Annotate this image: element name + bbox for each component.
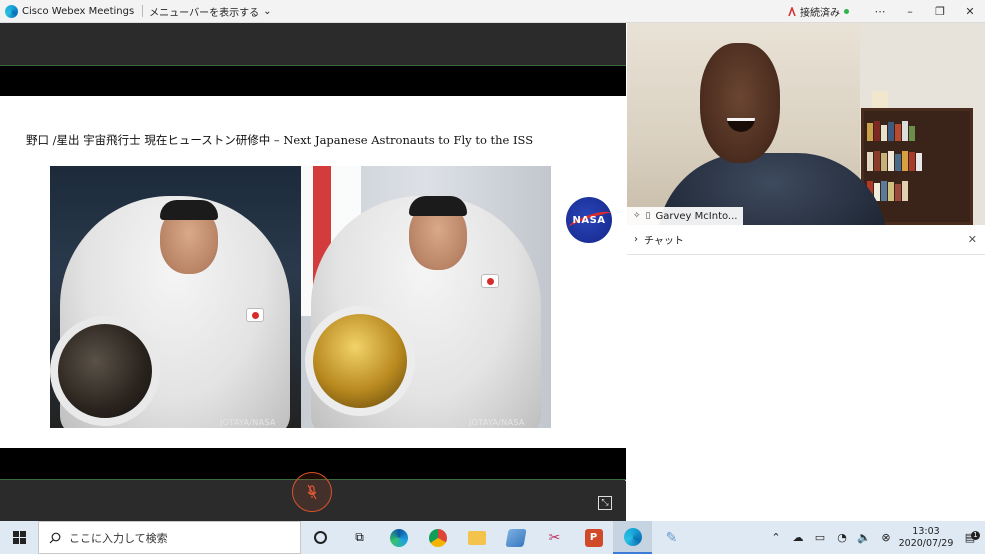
chat-label: チャット [644,236,684,247]
files-icon [504,528,527,547]
japan-flag-patch-icon [246,308,264,322]
windows-taskbar: ここに入力して検索 ⧉ ✂ P ✎ ⌃ ☁ ▭ ◔ 🔈 ⊗ 13:03 2020… [0,521,985,554]
presentation-slide: 野口 /星出 宇宙飛行士 現在ヒューストン研修中 – Next Japanese… [0,96,626,448]
webex-app[interactable] [613,521,652,554]
snipping-tool-app[interactable]: ✂ [535,521,574,554]
chrome-icon [428,528,447,547]
clock-date: 2020/07/29 [898,537,954,549]
astronaut-photo-left: JOTAYA/NASA [50,166,301,428]
files-app[interactable] [496,521,535,554]
webex-icon [623,527,642,546]
app-title: Cisco Webex Meetings [22,5,135,17]
gold-visor-helmet-image [305,306,415,416]
chevron-right-icon[interactable]: › [634,234,638,245]
microphone-muted-icon [307,484,317,500]
powerpoint-app[interactable]: P [574,521,613,554]
windows-logo-icon [12,531,26,544]
astronaut-hair [409,196,467,216]
minimize-button[interactable]: – [895,0,925,23]
astronaut-photo-right: JOTAYA/NASA [301,166,551,428]
title-bar: Cisco Webex Meetings メニューバーを表示する ⌄ 接続済み … [0,0,985,23]
clock-time: 13:03 [912,525,940,537]
unmute-button[interactable] [292,472,332,512]
show-menu-bar-label: メニューバーを表示する [149,7,260,19]
share-top-band [0,23,626,66]
photo-credit-right: JOTAYA/NASA [469,418,525,427]
astronaut-hair [160,200,218,220]
volume-icon[interactable]: 🔈 [853,531,875,544]
edge-icon [389,528,408,547]
battery-icon[interactable]: ▭ [809,531,831,544]
title-divider [142,5,144,17]
notification-count: 1 [971,531,980,540]
no-network-icon[interactable]: ⊗ [875,531,897,544]
paintbrush-icon: ✎ [665,529,678,546]
chat-panel: › チャット ✕ [627,225,985,521]
participant-name-tag: ✧ ▯ Garvey McInto... [627,207,744,225]
pin-icon[interactable]: ✧ [633,211,641,221]
edge-app[interactable] [379,521,418,554]
signal-icon [788,6,796,16]
chrome-app[interactable] [418,521,457,554]
wifi-icon[interactable]: ◔ [831,531,853,544]
cortana-button[interactable] [301,521,340,554]
cortana-circle-icon [314,531,327,544]
cloud-icon[interactable]: ☁ [787,531,809,544]
share-letterbox-top [0,66,626,96]
restore-button[interactable]: ❐ [925,0,955,23]
task-view-icon: ⧉ [355,530,364,544]
speaker-head [700,43,780,163]
search-icon [49,532,61,543]
webex-logo-icon [5,4,18,18]
status-dot-icon [844,9,849,14]
scissors-icon: ✂ [548,529,561,546]
start-button[interactable] [0,521,38,554]
powerpoint-icon: P [584,528,603,547]
exit-fullscreen-icon[interactable]: ⤡ [598,496,612,510]
chevron-up-icon[interactable]: ⌃ [765,531,787,544]
search-placeholder: ここに入力して検索 [69,531,168,545]
japan-flag-patch-icon [481,274,499,288]
connection-status-label: 接続済み [800,8,840,19]
nasa-logo: NASA [566,197,613,243]
title-bar-right: 接続済み ⋯ – ❐ ✕ [788,0,985,23]
file-explorer-app[interactable] [457,521,496,554]
helmet-image [50,316,160,426]
close-chat-button[interactable]: ✕ [968,233,977,246]
folder-icon [467,530,486,545]
shelf-row [867,149,967,171]
notification-center-button[interactable]: ▤ 1 [955,531,985,544]
taskbar-clock[interactable]: 13:03 2020/07/29 [897,526,955,550]
photo-credit-left: JOTAYA/NASA [220,418,276,427]
chevron-down-icon: ⌄ [263,5,272,17]
close-window-button[interactable]: ✕ [955,0,985,23]
connection-status[interactable]: 接続済み [788,4,849,19]
shelf-row [867,119,967,141]
phone-icon: ▯ [645,211,651,221]
shared-content-area: 野口 /星出 宇宙飛行士 現在ヒューストン研修中 – Next Japanese… [0,23,626,521]
show-menu-bar-button[interactable]: メニューバーを表示する ⌄ [149,4,271,19]
paint-app[interactable]: ✎ [652,521,691,554]
slide-title: 野口 /星出 宇宙飛行士 現在ヒューストン研修中 – Next Japanese… [26,133,534,147]
participant-name: Garvey McInto... [655,210,738,222]
nasa-logo-text: NASA [572,214,606,226]
shelf-row [867,179,967,201]
taskbar-search-box[interactable]: ここに入力して検索 [38,521,301,554]
chat-header[interactable]: › チャット [627,225,985,255]
participant-video [627,23,985,225]
task-view-button[interactable]: ⧉ [340,521,379,554]
system-tray: ⌃ ☁ ▭ ◔ 🔈 ⊗ 13:03 2020/07/29 ▤ 1 [765,521,985,554]
more-options-button[interactable]: ⋯ [865,0,895,23]
